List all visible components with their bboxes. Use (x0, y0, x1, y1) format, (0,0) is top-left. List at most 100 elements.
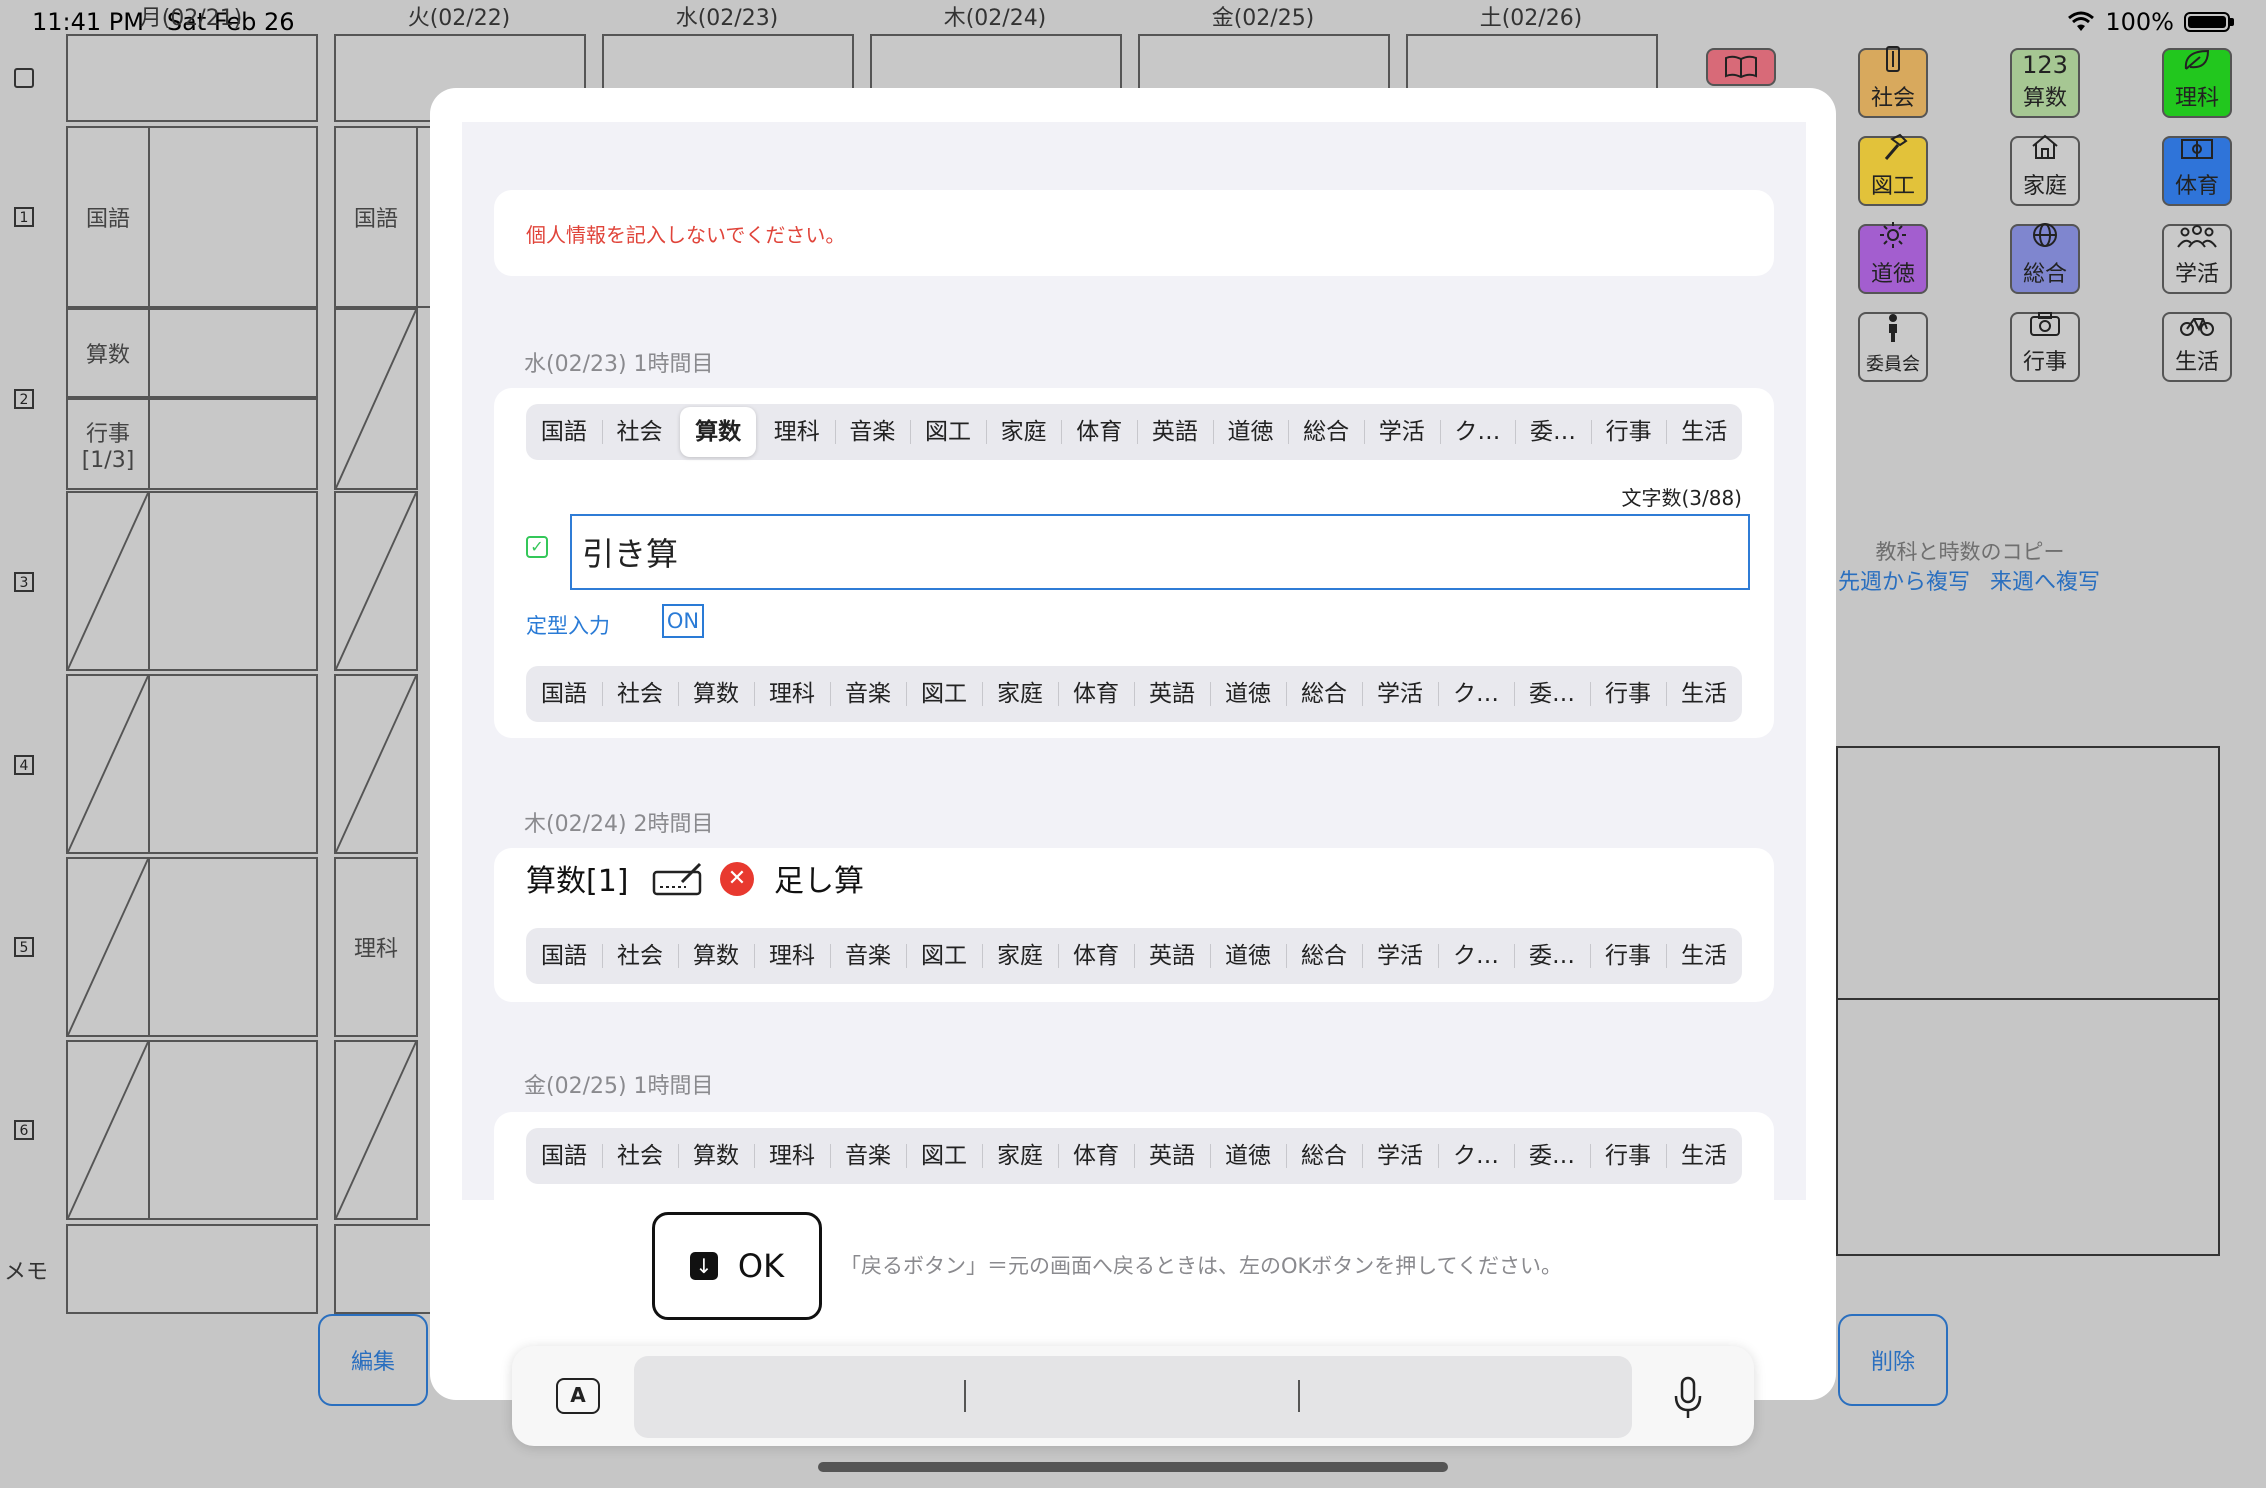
subject-option[interactable]: ク… (1438, 1128, 1514, 1184)
subject-option[interactable]: 算数 (678, 1128, 754, 1184)
timetable-cell-empty[interactable] (334, 674, 418, 854)
copy-from-last-week-link[interactable]: 先週から複写 (1838, 564, 1970, 596)
timetable-cell-mon-1-subject[interactable]: 国語 (66, 126, 150, 308)
subject-option[interactable]: 生活 (1666, 928, 1742, 984)
header-cell-fri[interactable] (1138, 34, 1390, 94)
subject-option[interactable]: 行事 (1590, 928, 1666, 984)
subject-option[interactable]: 生活 (1666, 666, 1742, 722)
subject-option[interactable]: 生活 (1666, 404, 1742, 460)
lesson-text-input[interactable]: 引き算 (570, 514, 1750, 590)
subject-palette-numbers[interactable]: 123 算数 (2010, 48, 2080, 118)
subject-option[interactable]: 図工 (906, 928, 982, 984)
subject-picker-thu[interactable]: 国語 社会 算数 理科 音楽 図工 家庭 体育 英語 道徳 総合 学活 ク… 委… 行事 生活 (526, 928, 1742, 984)
timetable-cell-empty[interactable] (334, 1040, 418, 1220)
subject-palette-field[interactable]: 体育 (2162, 136, 2232, 206)
timetable-cell-empty[interactable] (66, 491, 150, 671)
subject-option[interactable]: 学活 (1362, 1128, 1438, 1184)
copy-to-next-week-link[interactable]: 来週へ複写 (1990, 564, 2100, 596)
subject-option[interactable]: 音楽 (834, 404, 911, 460)
subject-option[interactable]: 総合 (1286, 666, 1362, 722)
timetable-cell-empty[interactable] (66, 674, 150, 854)
subject-option[interactable]: ク… (1438, 928, 1514, 984)
subject-option[interactable]: 図工 (906, 666, 982, 722)
subject-option[interactable]: 英語 (1134, 928, 1210, 984)
subject-option[interactable]: 委… (1514, 666, 1590, 722)
subject-option[interactable]: 総合 (1286, 1128, 1362, 1184)
select-all-checkbox[interactable] (14, 68, 34, 88)
timetable-cell-mon-2b-content[interactable] (148, 398, 318, 490)
header-cell-sat[interactable] (1406, 34, 1658, 94)
subject-option[interactable]: 家庭 (982, 928, 1058, 984)
subject-picker-fri[interactable]: 国語 社会 算数 理科 音楽 図工 家庭 体育 英語 道徳 総合 学活 ク… 委… 行事 生活 (526, 1128, 1742, 1184)
subject-palette-bicycle[interactable]: 生活 (2162, 312, 2232, 382)
subject-option[interactable]: 英語 (1134, 1128, 1210, 1184)
subject-option[interactable]: 英語 (1134, 666, 1210, 722)
subject-option[interactable]: 道徳 (1210, 928, 1286, 984)
subject-option[interactable]: 総合 (1286, 928, 1362, 984)
subject-option[interactable]: 社会 (602, 666, 678, 722)
subject-option[interactable]: 国語 (526, 666, 602, 722)
timetable-cell-empty[interactable] (66, 857, 150, 1037)
timetable-cell-tue-1-subject[interactable]: 国語 (334, 126, 418, 308)
subject-option[interactable]: 体育 (1058, 928, 1134, 984)
subject-option[interactable]: 理科 (759, 404, 835, 460)
timetable-cell-tue-5-subject[interactable]: 理科 (334, 857, 418, 1037)
delete-button[interactable]: 削除 (1838, 1314, 1948, 1406)
subject-palette-hammer[interactable]: 図工 (1858, 133, 1928, 206)
subject-option[interactable]: 行事 (1590, 404, 1667, 460)
timetable-cell-content[interactable] (148, 857, 318, 1037)
subject-option[interactable]: 道徳 (1210, 666, 1286, 722)
subject-option[interactable]: ク… (1439, 404, 1516, 460)
subject-option[interactable]: 図工 (910, 404, 986, 460)
subject-option[interactable]: 社会 (602, 1128, 678, 1184)
clear-icon[interactable]: ✕ (720, 862, 754, 896)
subject-option[interactable]: 社会 (602, 928, 678, 984)
microphone-icon[interactable] (1672, 1376, 1704, 1424)
subject-option[interactable]: 家庭 (982, 1128, 1058, 1184)
subject-option[interactable]: 算数 (680, 407, 756, 457)
subject-palette-people[interactable]: 学活 (2162, 224, 2232, 294)
subject-option[interactable]: 委… (1514, 928, 1590, 984)
subject-option[interactable]: 道徳 (1212, 404, 1289, 460)
check-icon[interactable]: ✓ (526, 536, 548, 558)
subject-option[interactable]: 体育 (1058, 1128, 1134, 1184)
subject-option[interactable]: 図工 (906, 1128, 982, 1184)
subject-option[interactable]: 算数 (678, 666, 754, 722)
subject-option[interactable]: 生活 (1666, 1128, 1742, 1184)
subject-option[interactable]: 社会 (601, 404, 678, 460)
book-icon[interactable] (1706, 48, 1776, 86)
memo-cell-mon[interactable] (66, 1224, 318, 1314)
subject-option[interactable]: 学活 (1362, 928, 1438, 984)
timetable-cell-mon-2a-content[interactable] (148, 308, 318, 398)
timetable-cell-empty[interactable] (66, 1040, 150, 1220)
text-format-icon[interactable]: A (556, 1378, 600, 1414)
subject-option[interactable]: 家庭 (985, 404, 1062, 460)
subject-option[interactable]: 体育 (1058, 666, 1134, 722)
timetable-cell-content[interactable] (148, 491, 318, 671)
subject-option[interactable]: 理科 (754, 1128, 830, 1184)
subject-option[interactable]: 国語 (526, 1128, 602, 1184)
subject-option[interactable]: 委… (1515, 404, 1591, 460)
template-picker-wed[interactable]: 国語 社会 算数 理科 音楽 図工 家庭 体育 英語 道徳 総合 学活 ク… 委… 行事 生活 (526, 666, 1742, 722)
template-input-label[interactable]: 定型入力 (526, 610, 610, 640)
ok-button[interactable]: ↓ OK (652, 1212, 822, 1320)
subject-option[interactable]: 学活 (1363, 404, 1440, 460)
subject-option[interactable]: 体育 (1061, 404, 1137, 460)
subject-palette-camera[interactable]: 行事 (2010, 312, 2080, 382)
subject-option[interactable]: 理科 (754, 666, 830, 722)
subject-option[interactable]: 総合 (1288, 404, 1364, 460)
subject-option[interactable]: 音楽 (830, 666, 906, 722)
subject-palette-ruler[interactable]: 社会 (1858, 46, 1928, 118)
timetable-cell-content[interactable] (148, 674, 318, 854)
timetable-cell-mon-2a-subject[interactable]: 算数 (66, 308, 150, 398)
subject-option[interactable]: 英語 (1137, 404, 1213, 460)
subject-palette-person[interactable]: 委員会 (1858, 312, 1928, 382)
subject-palette-house[interactable]: 家庭 (2010, 134, 2080, 206)
subject-option[interactable]: 理科 (754, 928, 830, 984)
subject-picker-wed[interactable]: 国語 社会 算数 理科 音楽 図工 家庭 体育 英語 道徳 総合 学活 ク… 委… 行事 生活 (526, 404, 1742, 460)
subject-palette-leaf[interactable]: 理科 (2162, 48, 2232, 118)
subject-option[interactable]: 行事 (1590, 666, 1666, 722)
header-cell-mon[interactable] (66, 34, 318, 122)
timetable-cell-empty[interactable] (334, 308, 418, 490)
subject-palette-sun[interactable]: 道徳 (1858, 222, 1928, 294)
